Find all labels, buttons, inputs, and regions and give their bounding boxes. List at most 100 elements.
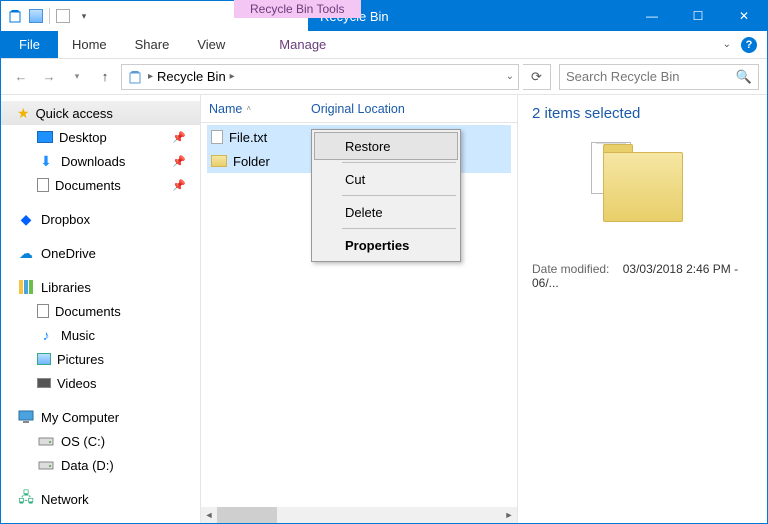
download-icon: ⬇ [37, 152, 55, 170]
window-titlebar: ▾ Recycle Bin Tools Recycle Bin — ☐ ✕ [1, 1, 767, 31]
folder-thumbnail-icon [603, 152, 683, 222]
ribbon-context-tab: Recycle Bin Tools [234, 0, 361, 18]
video-icon [37, 378, 51, 388]
navigation-pane: ★ Quick access Desktop 📌 ⬇ Downloads 📌 D… [1, 95, 201, 523]
refresh-button[interactable]: ⟳ [523, 64, 551, 90]
folder-icon [211, 155, 227, 167]
nav-label: Data (D:) [61, 458, 114, 473]
help-icon[interactable]: ? [741, 37, 757, 53]
nav-onedrive[interactable]: ☁ OneDrive [1, 241, 200, 265]
music-icon: ♪ [37, 326, 55, 344]
address-location-icon [126, 68, 144, 86]
context-menu-separator [342, 162, 456, 163]
drive-icon [37, 456, 55, 474]
text-file-icon [211, 130, 223, 144]
address-bar[interactable]: ▸ Recycle Bin ▸ ⌄ [121, 64, 519, 90]
preview-thumbnail [583, 142, 703, 242]
nav-drive-c[interactable]: OS (C:) [1, 429, 200, 453]
column-name[interactable]: Name ˄ [209, 102, 307, 116]
meta-label: Date modified: [532, 262, 609, 276]
minimize-button[interactable]: — [629, 9, 675, 23]
nav-label: Network [41, 492, 89, 507]
sort-arrow-icon: ˄ [246, 104, 251, 113]
nav-desktop[interactable]: Desktop 📌 [1, 125, 200, 149]
search-icon: 🔍 [736, 69, 752, 85]
forward-button[interactable]: → [37, 65, 61, 89]
nav-lib-videos[interactable]: Videos [1, 371, 200, 395]
qat-dropdown-icon[interactable]: ▾ [76, 8, 92, 24]
breadcrumb[interactable]: Recycle Bin [157, 69, 226, 84]
breadcrumb-sep-icon[interactable]: ▸ [148, 71, 153, 82]
scroll-left-icon[interactable]: ◄ [201, 507, 217, 523]
body: ★ Quick access Desktop 📌 ⬇ Downloads 📌 D… [1, 95, 767, 523]
desktop-icon [37, 131, 53, 143]
document-icon [37, 304, 49, 318]
up-button[interactable]: ↑ [93, 65, 117, 89]
tab-manage[interactable]: Manage [265, 31, 340, 58]
nav-downloads[interactable]: ⬇ Downloads 📌 [1, 149, 200, 173]
qat-item-icon[interactable] [56, 9, 70, 23]
column-original-location[interactable]: Original Location [307, 102, 405, 116]
scrollbar-thumb[interactable] [217, 507, 277, 523]
nav-label: Desktop [59, 130, 107, 145]
recent-dropdown-icon[interactable]: ▾ [65, 65, 89, 89]
computer-icon [17, 408, 35, 426]
nav-label: Libraries [41, 280, 91, 295]
nav-dropbox[interactable]: ◆ Dropbox [1, 207, 200, 231]
nav-label: Quick access [36, 106, 113, 121]
nav-label: Pictures [57, 352, 104, 367]
ribbon: File Home Share View Manage ⌄ ? [1, 31, 767, 59]
content-area: Name ˄ Original Location File.txt Folder… [201, 95, 517, 523]
details-pane: 2 items selected Date modified: 03/03/20… [517, 95, 767, 523]
context-menu-delete[interactable]: Delete [314, 198, 458, 226]
nav-lib-music[interactable]: ♪ Music [1, 323, 200, 347]
nav-network[interactable]: 🖧 Network [1, 487, 200, 511]
nav-libraries[interactable]: Libraries [1, 275, 200, 299]
cloud-icon: ☁ [17, 244, 35, 262]
nav-label: Documents [55, 304, 121, 319]
selection-heading: 2 items selected [532, 105, 753, 122]
column-name-label: Name [209, 102, 242, 116]
nav-label: Music [61, 328, 95, 343]
context-menu-separator [342, 228, 456, 229]
file-tab[interactable]: File [1, 31, 58, 58]
nav-documents[interactable]: Documents 📌 [1, 173, 200, 197]
context-menu-restore[interactable]: Restore [314, 132, 458, 160]
pin-icon: 📌 [172, 179, 186, 192]
nav-quick-access[interactable]: ★ Quick access [1, 101, 200, 125]
tab-view[interactable]: View [183, 31, 239, 58]
qat-item-icon[interactable] [29, 9, 43, 23]
address-row: ← → ▾ ↑ ▸ Recycle Bin ▸ ⌄ ⟳ Search Recyc… [1, 59, 767, 95]
back-button[interactable]: ← [9, 65, 33, 89]
context-menu-cut[interactable]: Cut [314, 165, 458, 193]
maximize-button[interactable]: ☐ [675, 9, 721, 23]
nav-label: OS (C:) [61, 434, 105, 449]
recycle-bin-icon [7, 8, 23, 24]
nav-label: OneDrive [41, 246, 96, 261]
search-input[interactable]: Search Recycle Bin 🔍 [559, 64, 759, 90]
document-icon [37, 178, 49, 192]
tab-share[interactable]: Share [121, 31, 184, 58]
context-menu-properties[interactable]: Properties [314, 231, 458, 259]
scroll-right-icon[interactable]: ► [501, 507, 517, 523]
search-placeholder: Search Recycle Bin [566, 69, 679, 84]
nav-lib-documents[interactable]: Documents [1, 299, 200, 323]
tab-home[interactable]: Home [58, 31, 121, 58]
nav-label: Videos [57, 376, 97, 391]
nav-label: My Computer [41, 410, 119, 425]
nav-label: Dropbox [41, 212, 90, 227]
scrollbar-track[interactable] [217, 507, 501, 523]
window-title-area: Recycle Bin — ☐ ✕ [308, 1, 767, 31]
context-menu-separator [342, 195, 456, 196]
pin-icon: 📌 [172, 131, 186, 144]
breadcrumb-sep-icon[interactable]: ▸ [230, 71, 235, 82]
close-button[interactable]: ✕ [721, 9, 767, 23]
nav-my-computer[interactable]: My Computer [1, 405, 200, 429]
horizontal-scrollbar[interactable]: ◄ ► [201, 507, 517, 523]
context-menu: Restore Cut Delete Properties [311, 129, 461, 262]
drive-icon [37, 432, 55, 450]
nav-lib-pictures[interactable]: Pictures [1, 347, 200, 371]
collapse-ribbon-icon[interactable]: ⌄ [723, 39, 731, 50]
address-dropdown-icon[interactable]: ⌄ [506, 71, 514, 82]
nav-drive-d[interactable]: Data (D:) [1, 453, 200, 477]
